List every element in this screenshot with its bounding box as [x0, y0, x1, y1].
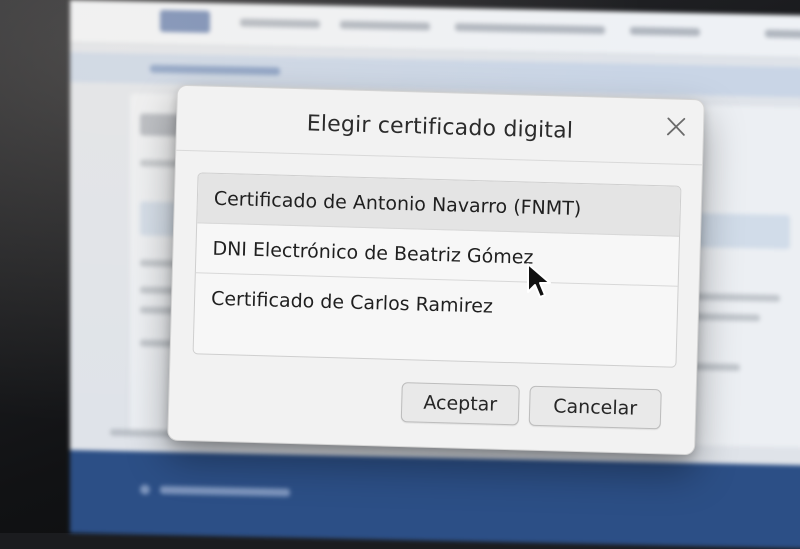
certificate-list[interactable]: Certificado de Antonio Navarro (FNMT) DN…	[192, 172, 682, 368]
background-footer	[70, 448, 800, 549]
background-breadcrumb	[150, 64, 280, 76]
cancel-button[interactable]: Cancelar	[528, 385, 662, 430]
close-button[interactable]	[665, 115, 688, 138]
background-footer-text	[160, 485, 290, 497]
dialog-header: Elegir certificado digital	[176, 85, 704, 166]
accept-button[interactable]: Aceptar	[400, 382, 520, 426]
close-icon	[666, 117, 686, 136]
background-nav-item	[455, 23, 605, 35]
dialog-title: Elegir certificado digital	[306, 111, 574, 144]
background-footer-icon	[140, 484, 150, 495]
background-text-line	[690, 312, 760, 322]
background-nav-item	[340, 20, 430, 31]
background-logo	[160, 9, 210, 33]
background-nav-item	[240, 18, 320, 29]
background-nav-item	[765, 29, 800, 39]
certificate-dialog: Elegir certificado digital Certificado d…	[167, 84, 705, 456]
background-nav-item	[630, 26, 700, 37]
